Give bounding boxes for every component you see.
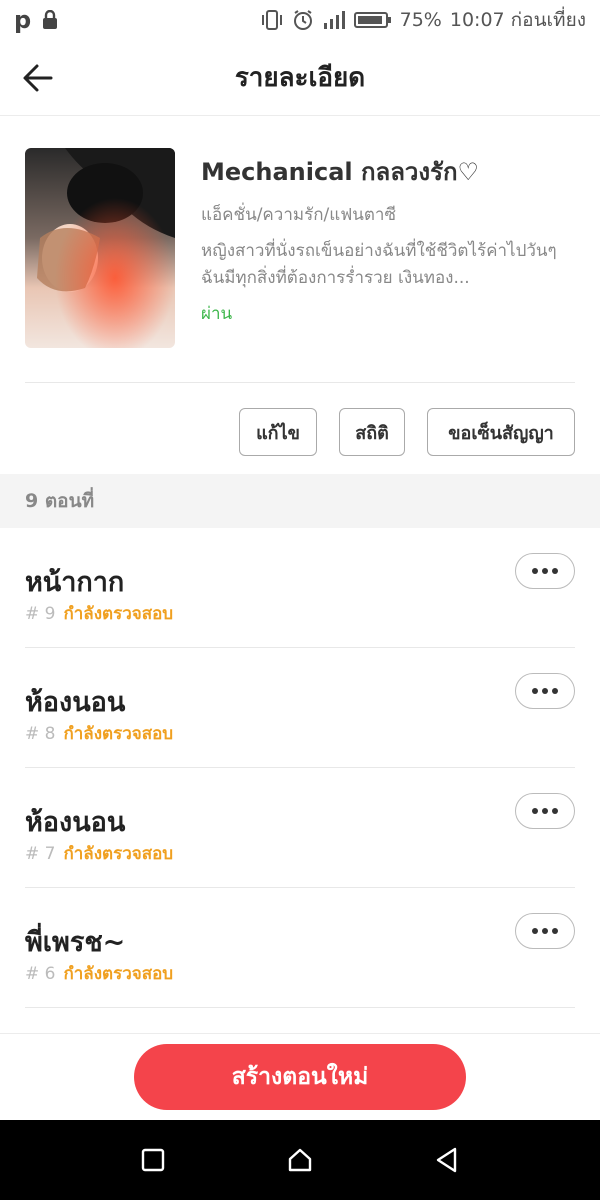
episode-status: กำลังตรวจสอบ xyxy=(63,724,174,744)
book-description: หญิงสาวที่นั่งรถเข็นอย่างฉันที่ใช้ชีวิตไ… xyxy=(201,241,557,288)
episode-meta: # 7 กำลังตรวจสอบ xyxy=(25,840,173,867)
divider xyxy=(25,382,575,383)
episode-number: # 6 xyxy=(25,963,56,984)
list-item[interactable]: ห้องนอน # 8 กำลังตรวจสอบ xyxy=(25,648,575,768)
list-item[interactable]: พี่เพรช~ # 6 กำลังตรวจสอบ xyxy=(25,888,575,1008)
episode-title: พี่เพรช~ xyxy=(25,927,126,958)
episode-title: ห้องนอน xyxy=(25,687,126,718)
more-icon xyxy=(532,928,538,934)
battery-icon xyxy=(353,10,392,30)
book-cover-image[interactable] xyxy=(25,148,175,348)
battery-percent: 75% xyxy=(399,9,442,31)
episode-meta: # 9 กำลังตรวจสอบ xyxy=(25,600,173,627)
episode-number: # 8 xyxy=(25,723,56,744)
vibrate-icon xyxy=(260,9,284,31)
episode-list: หน้ากาก # 9 กำลังตรวจสอบ ห้องนอน # 8 กำล… xyxy=(0,528,600,1008)
edit-button[interactable]: แก้ไข xyxy=(239,408,317,456)
book-info-card: Mechanical กลลวงรัก♡ แอ็คชั่น/ความรัก/แฟ… xyxy=(25,148,575,348)
recent-apps-button[interactable] xyxy=(133,1140,173,1180)
episode-count: 9 ตอนที่ xyxy=(0,474,600,528)
arrow-left-icon xyxy=(23,64,53,92)
clock: 10:07 ก่อนเที่ยง xyxy=(449,9,586,31)
episode-title: หน้ากาก xyxy=(25,567,125,598)
back-button[interactable] xyxy=(18,58,58,98)
home-button[interactable] xyxy=(280,1140,320,1180)
more-icon xyxy=(532,688,538,694)
create-episode-button[interactable]: สร้างตอนใหม่ xyxy=(134,1044,466,1110)
triangle-back-icon xyxy=(436,1147,456,1173)
episode-status: กำลังตรวจสอบ xyxy=(63,844,174,864)
approval-status: ผ่าน xyxy=(201,304,233,324)
episode-number: # 9 xyxy=(25,603,56,624)
book-details: Mechanical กลลวงรัก♡ แอ็คชั่น/ความรัก/แฟ… xyxy=(201,148,575,348)
bottom-action-bar: สร้างตอนใหม่ xyxy=(0,1033,600,1120)
square-icon xyxy=(142,1148,165,1172)
back-nav-button[interactable] xyxy=(427,1140,467,1180)
app-header: รายละเอียด xyxy=(0,40,600,116)
book-title: Mechanical กลลวงรัก♡ xyxy=(201,158,480,186)
home-icon xyxy=(288,1148,312,1172)
episode-number: # 7 xyxy=(25,843,56,864)
more-options-button[interactable] xyxy=(515,553,575,589)
alarm-icon xyxy=(292,9,314,31)
episode-meta: # 8 กำลังตรวจสอบ xyxy=(25,720,173,747)
status-bar: p 75% 10:07 ก่อนเที่ยง xyxy=(0,0,600,40)
stats-button[interactable]: สถิติ xyxy=(339,408,405,456)
episode-meta: # 6 กำลังตรวจสอบ xyxy=(25,960,173,987)
p-icon: p xyxy=(14,6,32,34)
system-nav-bar xyxy=(0,1120,600,1200)
action-buttons: แก้ไข สถิติ ขอเซ็นสัญญา xyxy=(239,408,575,456)
book-genre: แอ็คชั่น/ความรัก/แฟนตาซี xyxy=(201,205,396,225)
request-contract-button[interactable]: ขอเซ็นสัญญา xyxy=(427,408,575,456)
episode-title: ห้องนอน xyxy=(25,807,126,838)
signal-icon xyxy=(322,9,346,31)
lock-icon xyxy=(41,10,59,30)
more-icon xyxy=(532,808,538,814)
episode-status: กำลังตรวจสอบ xyxy=(63,964,174,984)
episode-status: กำลังตรวจสอบ xyxy=(63,604,174,624)
page-title: รายละเอียด xyxy=(234,63,366,93)
more-icon xyxy=(532,568,538,574)
more-options-button[interactable] xyxy=(515,673,575,709)
list-item[interactable]: หน้ากาก # 9 กำลังตรวจสอบ xyxy=(25,528,575,648)
list-item[interactable]: ห้องนอน # 7 กำลังตรวจสอบ xyxy=(25,768,575,888)
more-options-button[interactable] xyxy=(515,913,575,949)
more-options-button[interactable] xyxy=(515,793,575,829)
